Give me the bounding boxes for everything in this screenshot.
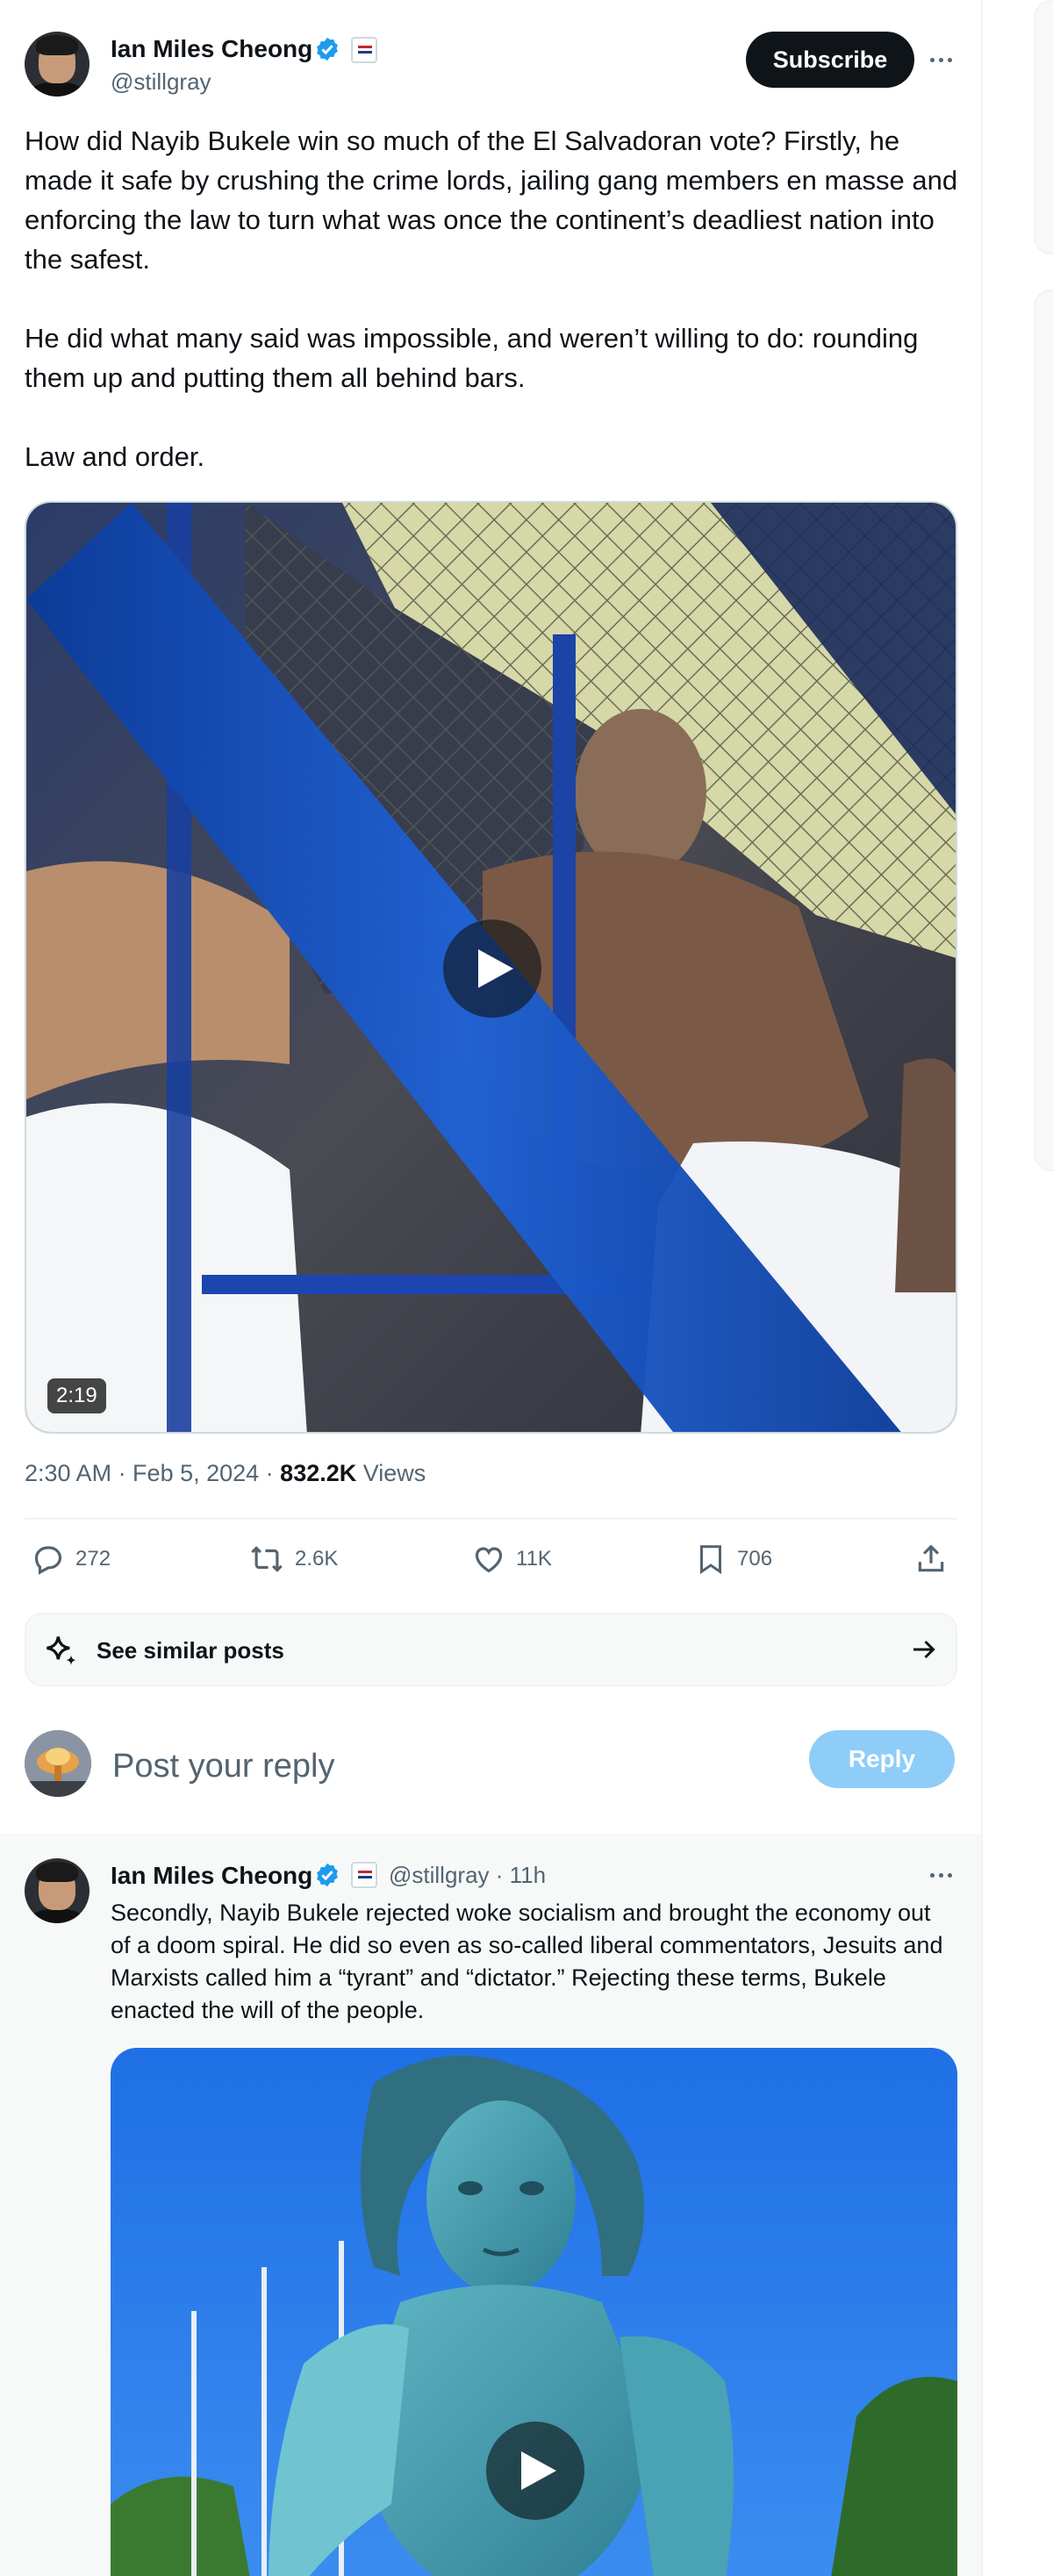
right-sidebar [983,0,1053,2576]
repost-count: 2.6K [295,1547,339,1571]
tweet-timestamp[interactable]: 2:30 AM · Feb 5, 2024 · [25,1460,280,1486]
reply-tweet-video[interactable] [111,2048,957,2576]
repost-action[interactable]: 2.6K [249,1537,338,1581]
see-similar-posts-button[interactable]: See similar posts [25,1613,957,1686]
arrow-right-icon [913,1640,935,1659]
like-action[interactable]: 11K [472,1537,552,1581]
affiliate-flag-icon[interactable] [351,37,377,63]
tweet-meta: 2:30 AM · Feb 5, 2024 · 832.2K Views [25,1460,426,1487]
verified-badge-icon [317,37,338,61]
like-icon [475,1547,503,1573]
bookmark-action[interactable]: 706 [695,1537,772,1581]
sidebar-card [1034,290,1053,1171]
verified-badge-icon [317,1863,338,1887]
reply-count: 272 [75,1547,111,1571]
tweet-paragraph: Law and order. [25,441,205,472]
divider [25,1518,957,1520]
share-action[interactable] [914,1537,948,1581]
tweet-text: How did Nayib Bukele win so much of the … [25,121,963,476]
play-icon[interactable] [486,2422,584,2520]
timeline-column: Ian Miles Cheong @stillgray Subscribe Ho… [0,0,983,2576]
repost-icon [251,1546,283,1572]
reply-tweet-text: Secondly, Nayib Bukele rejected woke soc… [111,1900,943,2023]
sidebar-card [1034,0,1053,254]
tweet-paragraph: How did Nayib Bukele win so much of the … [25,125,958,275]
current-user-avatar[interactable] [25,1730,91,1797]
bookmark-icon [700,1545,721,1575]
views-label: Views [356,1460,426,1486]
author-avatar[interactable] [25,32,90,97]
see-similar-posts-label: See similar posts [97,1637,284,1664]
reply-action[interactable]: 272 [32,1537,111,1581]
author-name[interactable]: Ian Miles Cheong [111,35,312,63]
reply-author-name[interactable]: Ian Miles Cheong [111,1862,312,1890]
play-icon[interactable] [443,919,541,1018]
reply-author-avatar[interactable] [25,1858,90,1923]
more-icon[interactable] [923,42,958,77]
affiliate-flag-icon[interactable] [351,1862,377,1888]
subscribe-button[interactable]: Subscribe [746,32,914,88]
views-count: 832.2K [280,1460,357,1486]
reply-icon [34,1546,62,1575]
reply-handle-time[interactable]: @stillgray · 11h [389,1862,546,1889]
sparkle-icon [47,1636,76,1665]
video-duration: 2:19 [47,1378,106,1413]
tweet-paragraph: He did what many said was impossible, an… [25,323,919,393]
reply-input[interactable]: Post your reply [112,1748,334,1785]
like-count: 11K [516,1547,552,1571]
bookmark-count: 706 [737,1547,773,1571]
author-handle[interactable]: @stillgray [111,68,211,96]
tweet-video[interactable]: 2:19 [25,501,957,1434]
more-icon[interactable] [923,1857,958,1893]
share-icon [918,1544,944,1572]
reply-button[interactable]: Reply [809,1730,955,1788]
